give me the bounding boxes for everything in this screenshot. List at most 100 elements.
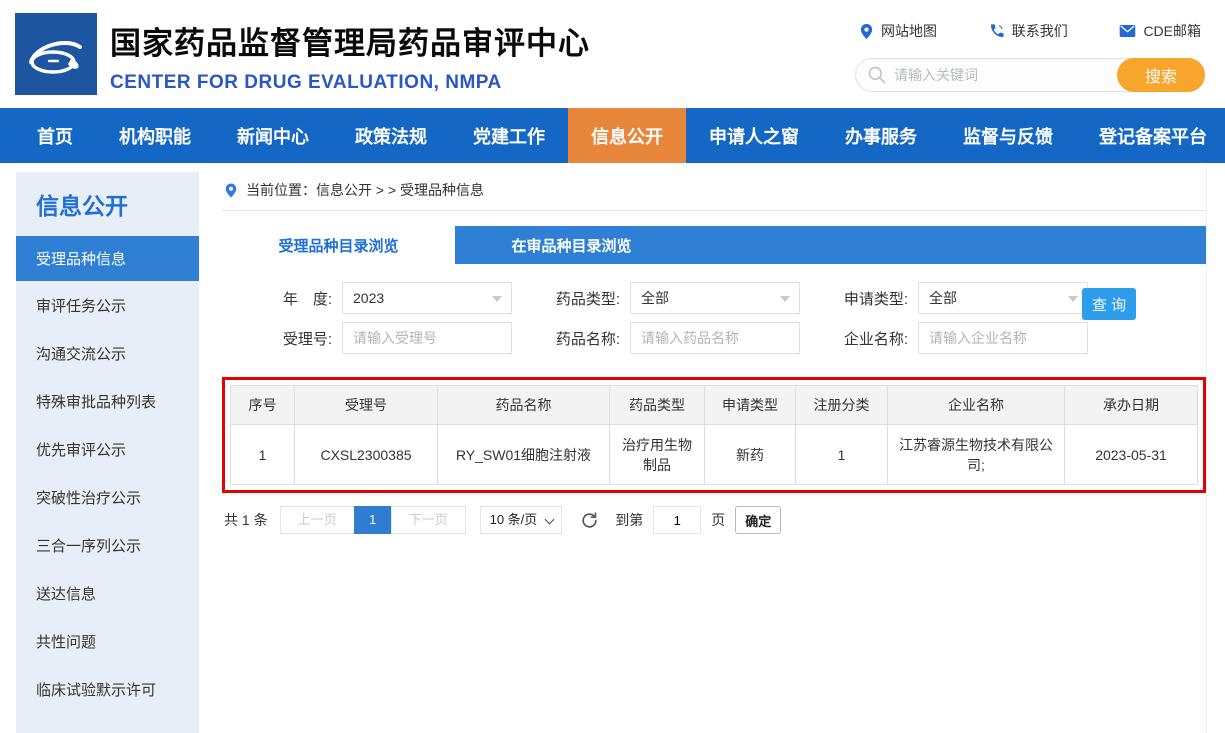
table-row: 1 CXSL2300385 RY_SW01细胞注射液 治疗用生物制品 新药 1 … (231, 425, 1198, 485)
page-size-select[interactable]: 10 条/页 (480, 506, 563, 534)
total-count: 共 1 条 (224, 510, 268, 530)
nav-item-supervision[interactable]: 监督与反馈 (940, 108, 1076, 163)
site-title: 国家药品监督管理局药品审评中心 (110, 18, 590, 63)
company-input[interactable] (918, 322, 1088, 354)
filter-row-2: 受理号: 药品名称: 企业名称: (252, 321, 1206, 355)
annotation-highlight-box: 序号 受理号 药品名称 药品类型 申请类型 注册分类 企业名称 承办日期 1 (222, 377, 1206, 493)
chevron-down-icon (545, 515, 555, 525)
sitemap-label: 网站地图 (881, 21, 937, 41)
cde-logo (15, 13, 97, 95)
nav-item-registration-platform[interactable]: 登记备案平台 (1076, 108, 1225, 163)
nav-item-party[interactable]: 党建工作 (450, 108, 568, 163)
header: 国家药品监督管理局药品审评中心 CENTER FOR DRUG EVALUATI… (0, 0, 1225, 108)
header-right: 网站地图 联系我们 CDE邮箱 搜索 (855, 16, 1205, 92)
drug-type-value: 全部 (641, 288, 669, 308)
swan-logo-icon (25, 29, 87, 79)
mail-icon (1119, 24, 1136, 38)
cell-acceptance-no: CXSL2300385 (295, 425, 438, 485)
year-label: 年 度: (252, 288, 332, 309)
location-pin-icon (224, 182, 238, 199)
tab-accepted-catalog[interactable]: 受理品种目录浏览 (222, 226, 455, 264)
goto-page: 到第 页 确定 (615, 506, 781, 534)
sidebar-item-communication[interactable]: 沟通交流公示 (16, 329, 199, 377)
breadcrumb: 当前位置：信息公开 > > 受理品种信息 (222, 163, 1206, 211)
sidebar: 信息公开 受理品种信息 审评任务公示 沟通交流公示 特殊审批品种列表 优先审评公… (16, 172, 199, 733)
refresh-button[interactable] (580, 511, 599, 530)
tab-under-review-catalog[interactable]: 在审品种目录浏览 (455, 226, 688, 264)
mail-link[interactable]: CDE邮箱 (1119, 21, 1201, 41)
cell-apply-type: 新药 (705, 425, 796, 485)
goto-suffix: 页 (711, 510, 725, 530)
sidebar-title: 信息公开 (16, 172, 199, 236)
tabbar: 受理品种目录浏览 在审品种目录浏览 (222, 226, 1206, 264)
next-page-button[interactable]: 下一页 (391, 506, 466, 534)
layout: 信息公开 受理品种信息 审评任务公示 沟通交流公示 特殊审批品种列表 优先审评公… (0, 163, 1225, 733)
chevron-down-icon (492, 296, 502, 302)
col-header-index: 序号 (231, 386, 295, 425)
filter-row-1: 年 度: 2023 药品类型: 全部 申请类型: 全部 (252, 281, 1206, 315)
filter-panel: 年 度: 2023 药品类型: 全部 申请类型: 全部 受理号: 药品名称: 企… (222, 264, 1206, 363)
confirm-button[interactable]: 确定 (735, 506, 781, 534)
col-header-acceptance-no: 受理号 (295, 386, 438, 425)
nav-item-info-disclosure[interactable]: 信息公开 (568, 108, 686, 163)
sidebar-item-accepted-varieties[interactable]: 受理品种信息 (16, 236, 199, 281)
company-label: 企业名称: (828, 328, 908, 349)
sitemap-link[interactable]: 网站地图 (859, 21, 937, 41)
col-header-registration-class: 注册分类 (796, 386, 888, 425)
search-icon (867, 65, 887, 85)
pagination: 共 1 条 上一页 1 下一页 10 条/页 到第 页 确定 (222, 506, 1206, 534)
nav-item-policy[interactable]: 政策法规 (332, 108, 450, 163)
sidebar-item-special-approval[interactable]: 特殊审批品种列表 (16, 377, 199, 425)
sidebar-item-common-issues[interactable]: 共性问题 (16, 617, 199, 665)
chevron-down-icon (780, 296, 790, 302)
cell-registration-class: 1 (796, 425, 888, 485)
mail-label: CDE邮箱 (1143, 21, 1201, 41)
sidebar-item-review-tasks[interactable]: 审评任务公示 (16, 281, 199, 329)
col-header-handle-date: 承办日期 (1065, 386, 1198, 425)
query-button[interactable]: 查 询 (1082, 288, 1136, 320)
phone-icon (989, 23, 1005, 39)
nav-item-applicant-window[interactable]: 申请人之窗 (686, 108, 822, 163)
acceptance-no-input[interactable] (342, 322, 512, 354)
cell-index: 1 (231, 425, 295, 485)
year-value: 2023 (353, 290, 384, 306)
sidebar-item-delivery-info[interactable]: 送达信息 (16, 569, 199, 617)
apply-type-label: 申请类型: (828, 288, 908, 309)
pager-group: 上一页 1 下一页 (280, 506, 466, 534)
col-header-drug-type: 药品类型 (610, 386, 705, 425)
contact-link[interactable]: 联系我们 (989, 21, 1068, 41)
acceptance-no-label: 受理号: (252, 328, 332, 349)
apply-type-select[interactable]: 全部 (918, 282, 1088, 314)
goto-prefix: 到第 (615, 510, 643, 530)
col-header-drug-name: 药品名称 (438, 386, 610, 425)
search-button[interactable]: 搜索 (1117, 58, 1205, 92)
drug-type-select[interactable]: 全部 (630, 282, 800, 314)
cell-company: 江苏睿源生物技术有限公司; (888, 425, 1065, 485)
location-pin-icon (859, 23, 874, 40)
goto-page-input[interactable] (653, 506, 701, 534)
sidebar-item-priority-review[interactable]: 优先审评公示 (16, 425, 199, 473)
nav-item-services[interactable]: 办事服务 (822, 108, 940, 163)
drug-name-label: 药品名称: (540, 328, 620, 349)
refresh-icon (580, 511, 599, 530)
nav-item-news[interactable]: 新闻中心 (214, 108, 332, 163)
contact-label: 联系我们 (1012, 21, 1068, 41)
year-select[interactable]: 2023 (342, 282, 512, 314)
drug-name-input[interactable] (630, 322, 800, 354)
top-links: 网站地图 联系我们 CDE邮箱 (855, 16, 1205, 46)
page: 国家药品监督管理局药品审评中心 CENTER FOR DRUG EVALUATI… (0, 0, 1225, 733)
nav-item-functions[interactable]: 机构职能 (96, 108, 214, 163)
col-header-company: 企业名称 (888, 386, 1065, 425)
sidebar-item-clinical-trial-license[interactable]: 临床试验默示许可 (16, 665, 199, 713)
prev-page-button[interactable]: 上一页 (280, 506, 355, 534)
sidebar-item-breakthrough-therapy[interactable]: 突破性治疗公示 (16, 473, 199, 521)
table-header-row: 序号 受理号 药品名称 药品类型 申请类型 注册分类 企业名称 承办日期 (231, 386, 1198, 425)
breadcrumb-text: 当前位置：信息公开 > > 受理品种信息 (246, 180, 484, 200)
sidebar-item-three-in-one[interactable]: 三合一序列公示 (16, 521, 199, 569)
cell-drug-name: RY_SW01细胞注射液 (438, 425, 610, 485)
page-number-button[interactable]: 1 (354, 506, 392, 534)
nav-item-home[interactable]: 首页 (14, 108, 96, 163)
chevron-down-icon (1068, 296, 1078, 302)
cell-drug-type: 治疗用生物制品 (610, 425, 705, 485)
cell-handle-date: 2023-05-31 (1065, 425, 1198, 485)
